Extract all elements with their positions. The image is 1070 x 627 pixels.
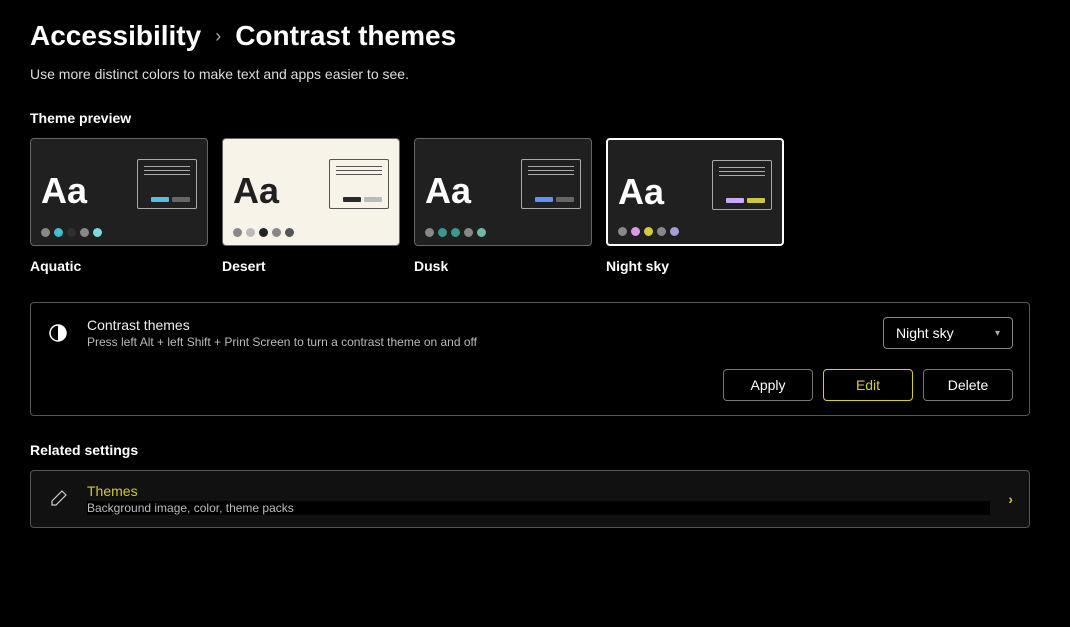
related-themes-link[interactable]: Themes Background image, color, theme pa… xyxy=(30,470,1030,528)
breadcrumb-parent[interactable]: Accessibility xyxy=(30,20,201,52)
related-settings-header: Related settings xyxy=(30,442,1040,458)
mini-window-icon xyxy=(137,159,197,209)
breadcrumb: Accessibility › Contrast themes xyxy=(30,20,1040,52)
theme-preview-label: Dusk xyxy=(414,258,592,274)
color-swatches xyxy=(425,228,581,237)
theme-preview-label: Night sky xyxy=(606,258,784,274)
sample-text: Aa xyxy=(618,174,664,210)
theme-preview-box: Aa xyxy=(30,138,208,246)
setting-subtitle: Press left Alt + left Shift + Print Scre… xyxy=(87,335,865,349)
theme-preview-header: Theme preview xyxy=(30,110,1040,126)
contrast-theme-setting-panel: Contrast themes Press left Alt + left Sh… xyxy=(30,302,1030,416)
theme-preview-label: Desert xyxy=(222,258,400,274)
chevron-right-icon: › xyxy=(1008,491,1013,507)
theme-preview-box: Aa xyxy=(414,138,592,246)
contrast-icon xyxy=(47,322,69,344)
theme-dropdown-value: Night sky xyxy=(896,325,954,341)
delete-button[interactable]: Delete xyxy=(923,369,1013,401)
related-title: Themes xyxy=(87,483,990,499)
breadcrumb-current: Contrast themes xyxy=(235,20,456,52)
theme-preview-label: Aquatic xyxy=(30,258,208,274)
sample-text: Aa xyxy=(233,173,279,209)
theme-preview-card[interactable]: Aa Night sky xyxy=(606,138,784,274)
brush-icon xyxy=(47,488,69,510)
chevron-right-icon: › xyxy=(215,26,221,47)
color-swatches xyxy=(618,227,772,236)
color-swatches xyxy=(41,228,197,237)
mini-window-icon xyxy=(329,159,389,209)
color-swatches xyxy=(233,228,389,237)
sample-text: Aa xyxy=(41,173,87,209)
apply-button[interactable]: Apply xyxy=(723,369,813,401)
related-subtitle: Background image, color, theme packs xyxy=(87,501,990,515)
theme-preview-card[interactable]: Aa Desert xyxy=(222,138,400,274)
setting-title: Contrast themes xyxy=(87,317,865,333)
mini-window-icon xyxy=(712,160,772,210)
mini-window-icon xyxy=(521,159,581,209)
chevron-down-icon: ▾ xyxy=(995,328,1000,339)
theme-preview-card[interactable]: Aa Aquatic xyxy=(30,138,208,274)
edit-button[interactable]: Edit xyxy=(823,369,913,401)
page-subtitle: Use more distinct colors to make text an… xyxy=(30,66,1040,82)
theme-preview-card[interactable]: Aa Dusk xyxy=(414,138,592,274)
theme-preview-box: Aa xyxy=(606,138,784,246)
sample-text: Aa xyxy=(425,173,471,209)
theme-dropdown[interactable]: Night sky ▾ xyxy=(883,317,1013,349)
theme-preview-box: Aa xyxy=(222,138,400,246)
theme-previews: Aa Aquatic Aa Desert Aa Dusk Aa Night sky xyxy=(30,138,1040,274)
